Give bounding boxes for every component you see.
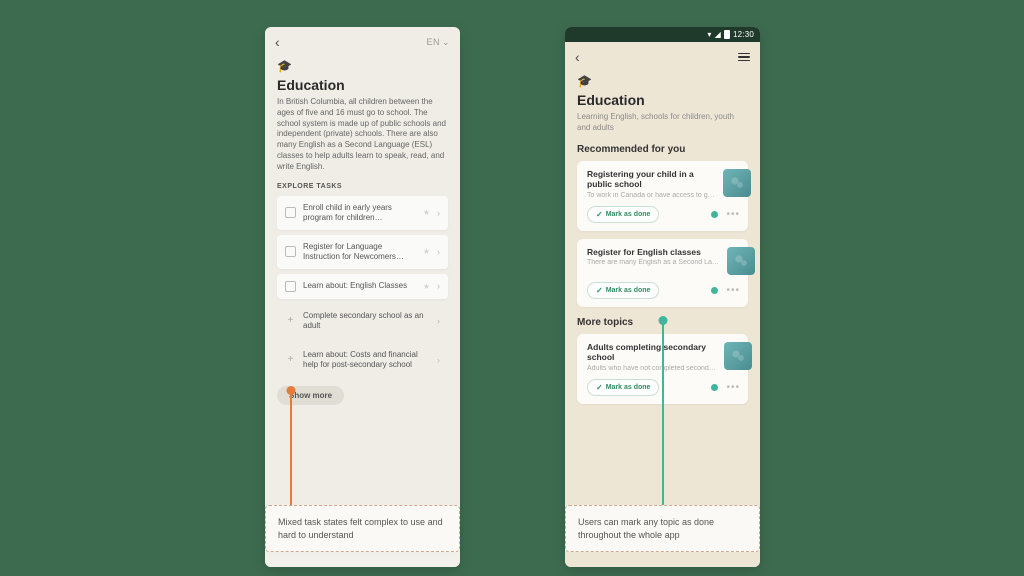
topic-subtitle: Adults who have not completed second…	[587, 365, 716, 372]
explore-tasks-label: EXPLORE TASKS	[277, 183, 448, 190]
signal-icon: ◢	[715, 30, 721, 39]
checkbox-icon[interactable]	[285, 281, 296, 292]
back-button[interactable]: ‹	[275, 34, 280, 50]
graduation-cap-icon: 🎓	[577, 74, 748, 88]
topbar: ‹ EN ⌄	[265, 27, 460, 57]
checkbox-icon[interactable]	[285, 246, 296, 257]
pointer-dot-icon	[287, 386, 296, 395]
mockup-before: ‹ EN ⌄ 🎓 Education In British Columbia, …	[265, 27, 460, 567]
mark-as-done-button[interactable]: Mark as done	[587, 379, 659, 396]
task-text: Complete secondary school as an adult	[303, 311, 430, 331]
topic-card[interactable]: Registering your child in a public schoo…	[577, 161, 748, 231]
page-description: In British Columbia, all children betwee…	[277, 97, 448, 173]
graduation-cap-icon: 🎓	[277, 59, 448, 73]
task-text: Learn about: English Classes	[303, 281, 416, 291]
mark-as-done-button[interactable]: Mark as done	[587, 282, 659, 299]
more-options-icon[interactable]: •••	[726, 209, 740, 220]
topic-subtitle: There are many English as a Second La…	[587, 259, 719, 266]
screen-content: 🎓 Education In British Columbia, all chi…	[265, 57, 460, 567]
topic-subtitle: To work in Canada or have access to g…	[587, 192, 715, 199]
chevron-right-icon: ›	[437, 316, 440, 326]
back-button[interactable]: ‹	[575, 49, 580, 65]
page-title: Education	[277, 77, 448, 93]
plus-icon[interactable]: +	[285, 315, 296, 326]
pointer-dot-icon	[659, 316, 668, 325]
chevron-right-icon: ›	[437, 355, 440, 365]
battery-icon	[724, 30, 730, 39]
topic-thumbnail	[723, 169, 751, 197]
annotation-caption-before: Mixed task states felt complex to use an…	[265, 505, 460, 552]
task-text: Learn about: Costs and financial help fo…	[303, 350, 430, 370]
chevron-right-icon: ›	[437, 208, 440, 218]
topic-card[interactable]: Register for English classes There are m…	[577, 239, 748, 307]
annotation-pointer-after	[662, 320, 664, 505]
star-icon[interactable]: ★	[423, 247, 430, 256]
task-row[interactable]: Enroll child in early years program for …	[277, 196, 448, 230]
topic-thumbnail	[727, 247, 755, 275]
wifi-icon: ▾	[707, 30, 711, 39]
chevron-right-icon: ›	[437, 247, 440, 257]
topic-thumbnail	[724, 342, 752, 370]
star-icon[interactable]: ★	[423, 282, 430, 291]
language-selector[interactable]: EN ⌄	[426, 37, 450, 48]
task-row[interactable]: Learn about: English Classes ★ ›	[277, 274, 448, 299]
bookmark-icon[interactable]	[711, 384, 718, 391]
topbar: ‹	[565, 42, 760, 72]
star-icon[interactable]: ★	[423, 208, 430, 217]
more-options-icon[interactable]: •••	[726, 285, 740, 296]
recommended-label: Recommended for you	[577, 144, 748, 155]
topic-title: Register for English classes	[587, 247, 719, 258]
plus-icon[interactable]: +	[285, 354, 296, 365]
annotation-pointer-before	[290, 390, 292, 505]
task-text: Enroll child in early years program for …	[303, 203, 416, 223]
bookmark-icon[interactable]	[711, 211, 718, 218]
task-text: Register for Language Instruction for Ne…	[303, 242, 416, 262]
topic-title: Registering your child in a public schoo…	[587, 169, 715, 190]
more-options-icon[interactable]: •••	[726, 382, 740, 393]
page-title: Education	[577, 92, 748, 108]
status-time: 12:30	[733, 30, 754, 39]
android-statusbar: ▾ ◢ 12:30	[565, 27, 760, 42]
task-row[interactable]: Register for Language Instruction for Ne…	[277, 235, 448, 269]
chevron-right-icon: ›	[437, 281, 440, 291]
mark-as-done-button[interactable]: Mark as done	[587, 206, 659, 223]
chevron-down-icon: ⌄	[442, 37, 450, 48]
bookmark-icon[interactable]	[711, 287, 718, 294]
checkbox-icon[interactable]	[285, 207, 296, 218]
annotation-caption-after: Users can mark any topic as done through…	[565, 505, 760, 552]
task-row[interactable]: + Complete secondary school as an adult …	[277, 304, 448, 338]
topic-title: Adults completing secondary school	[587, 342, 716, 363]
task-row[interactable]: + Learn about: Costs and financial help …	[277, 343, 448, 377]
page-description: Learning English, schools for children, …	[577, 112, 748, 134]
language-label: EN	[426, 37, 440, 47]
menu-button[interactable]	[738, 53, 750, 62]
